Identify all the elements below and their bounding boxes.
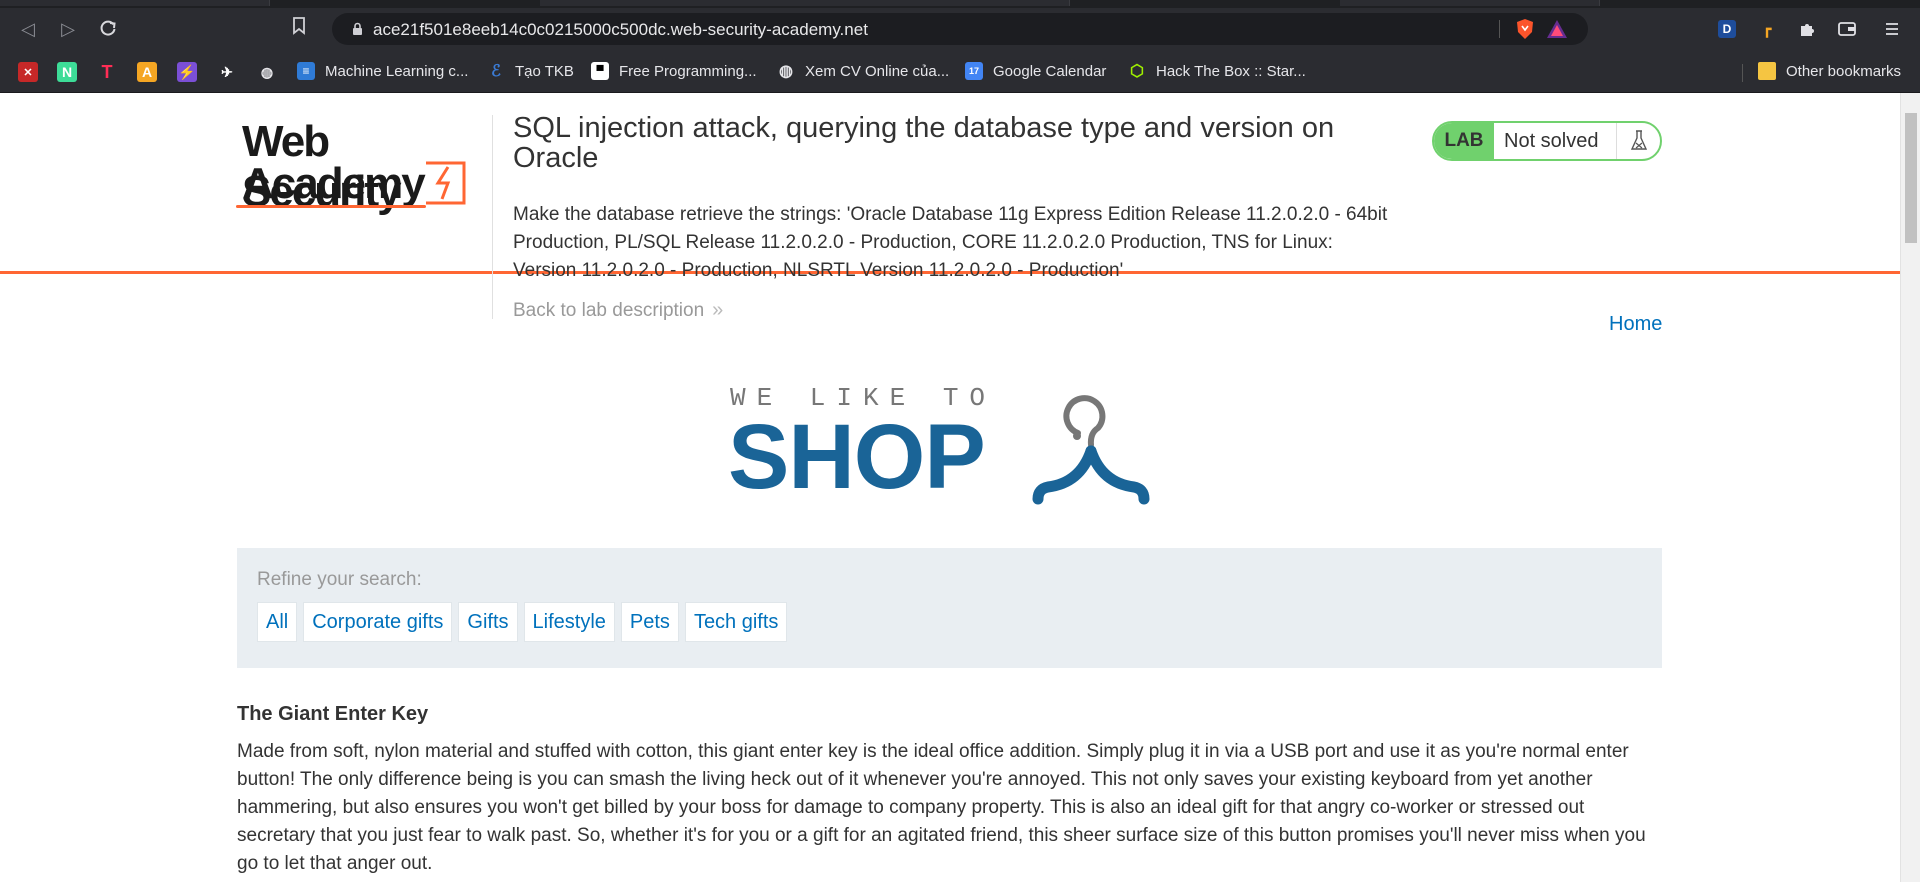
forward-icon[interactable]: ▷	[54, 15, 82, 43]
bolt-bookmark-icon[interactable]: ⚡	[177, 62, 197, 82]
tab[interactable]	[0, 0, 270, 6]
bookmark-label: Google Calendar	[993, 62, 1107, 80]
t-bookmark-icon[interactable]: T	[97, 62, 117, 82]
logo-underline	[236, 205, 426, 208]
bookmark-page-icon[interactable]	[292, 17, 316, 41]
dashlane-extension-icon[interactable]: D	[1715, 17, 1739, 41]
product-title: The Giant Enter Key	[237, 703, 429, 725]
tab[interactable]	[540, 0, 1070, 6]
a-bookmark-icon[interactable]: A	[137, 62, 157, 82]
brave-shields-icon[interactable]	[1514, 18, 1536, 40]
shop-logo: WE LIKE TO SHOP	[728, 383, 1168, 513]
header-separator	[492, 115, 493, 319]
bookmark-label: Tạo TKB	[515, 62, 574, 80]
page-content: Web Security Academy SQL injection attac…	[0, 93, 1900, 882]
other-bookmarks[interactable]: Other bookmarks	[1758, 60, 1901, 82]
tab-strip	[0, 0, 1920, 8]
tkb-icon: ℰ	[491, 63, 501, 80]
bookmark-item[interactable]: ≡ Machine Learning c...	[297, 60, 468, 82]
category-tech-gifts[interactable]: Tech gifts	[684, 602, 788, 642]
back-icon[interactable]: ◁	[14, 15, 42, 43]
category-pets[interactable]: Pets	[620, 602, 679, 642]
extensions-puzzle-icon[interactable]	[1795, 17, 1819, 41]
bookmark-item[interactable]: ▀ Free Programming...	[591, 60, 757, 82]
url-text[interactable]: ace21f501e8eeb14c0c0215000c500dc.web-sec…	[373, 20, 868, 40]
scrollbar-thumb[interactable]	[1905, 113, 1917, 243]
lab-status-text: Not solved	[1504, 129, 1599, 152]
lock-icon	[353, 22, 362, 35]
category-gifts[interactable]: Gifts	[458, 602, 518, 642]
web-security-academy-logo[interactable]: Web Security Academy	[236, 117, 486, 216]
bookmark-label: Hack The Box :: Star...	[1156, 62, 1306, 80]
folder-icon	[1758, 62, 1776, 80]
lab-description: Make the database retrieve the strings: …	[513, 204, 1388, 281]
home-link[interactable]: Home	[1609, 313, 1662, 336]
category-all[interactable]: All	[257, 602, 298, 642]
bookmark-icon[interactable]: ✕	[18, 62, 38, 82]
double-chevron-right-icon: »	[712, 299, 724, 321]
bird-bookmark-icon[interactable]: ✈	[217, 62, 237, 82]
flask-icon	[1616, 123, 1660, 159]
category-filter: Refine your search: All Corporate gifts …	[237, 548, 1662, 668]
shop-name: SHOP	[728, 406, 986, 508]
bookmark-label: Xem CV Online của...	[805, 62, 950, 80]
lab-status-badge: LAB Not solved	[1432, 121, 1662, 161]
lab-badge-label: LAB	[1434, 123, 1494, 159]
bookmark-label: Machine Learning c...	[325, 62, 469, 80]
urlbar-divider	[1499, 20, 1500, 38]
back-link-label: Back to lab description	[513, 300, 705, 321]
bookmark-item[interactable]: ◍ Xem CV Online của...	[777, 60, 949, 82]
notion-bookmark-icon[interactable]: N	[57, 62, 77, 82]
tab[interactable]	[1340, 0, 1600, 6]
other-bookmarks-label: Other bookmarks	[1786, 62, 1902, 80]
wallet-icon[interactable]	[1835, 17, 1859, 41]
bookmark-label: Free Programming...	[619, 62, 757, 80]
category-corporate-gifts[interactable]: Corporate gifts	[303, 602, 453, 642]
back-to-lab-description-link[interactable]: Back to lab description »	[513, 299, 723, 322]
brave-rewards-icon[interactable]	[1546, 19, 1568, 39]
reload-icon[interactable]	[94, 15, 122, 43]
globe-icon: ◍	[779, 63, 793, 80]
lightning-bolt-icon	[426, 161, 466, 205]
globe-bookmark-icon[interactable]: ◍	[257, 62, 277, 82]
filter-label: Refine your search:	[257, 569, 422, 590]
logo-line-2: Academy	[242, 159, 426, 208]
hanger-icon	[1032, 395, 1150, 505]
extension-icon[interactable]: ┏	[1755, 17, 1779, 41]
bookmark-item[interactable]: ℰ Tạo TKB	[487, 60, 574, 82]
menu-icon[interactable]	[1880, 17, 1904, 41]
product-description: Made from soft, nylon material and stuff…	[237, 741, 1646, 874]
htb-icon: ⬡	[1130, 63, 1144, 80]
category-list: All Corporate gifts Gifts Lifestyle Pets…	[257, 602, 788, 642]
browser-toolbar: ◁ ▷ ace21f501e8eeb14c0c0215000c500dc.web…	[0, 8, 1920, 50]
bookmark-item[interactable]: ⬡ Hack The Box :: Star...	[1128, 60, 1306, 82]
page-scrollbar[interactable]	[1900, 93, 1920, 882]
ml-icon: ≡	[297, 62, 315, 80]
category-lifestyle[interactable]: Lifestyle	[523, 602, 615, 642]
lab-title: SQL injection attack, querying the datab…	[513, 112, 1335, 174]
fp-icon: ▀	[591, 62, 609, 80]
bookmark-item[interactable]: 17 Google Calendar	[965, 60, 1106, 82]
bookmarks-divider	[1742, 64, 1743, 82]
calendar-icon: 17	[965, 62, 983, 80]
address-bar[interactable]: ace21f501e8eeb14c0c0215000c500dc.web-sec…	[332, 13, 1588, 45]
bookmarks-bar: ✕ N T A ⚡ ✈ ◍ ≡ Machine Learning c... ℰ …	[0, 50, 1920, 93]
